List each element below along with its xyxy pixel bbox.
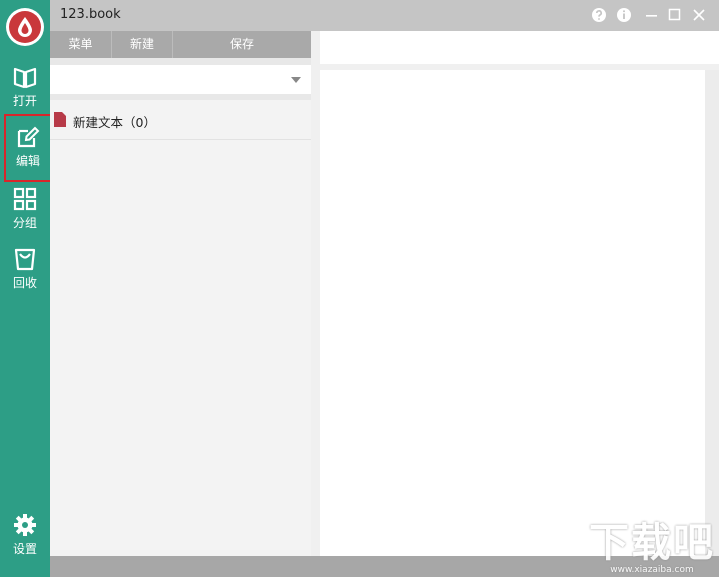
note-title: 新建文本（0） — [73, 115, 156, 130]
sidebar-item-recycle[interactable]: 回收 — [0, 240, 50, 298]
notes-panel: 新建文本（0） — [50, 58, 311, 556]
title-bar: 123.book — [50, 0, 719, 31]
watermark: 下载吧 www.xiazaiba.com — [589, 520, 715, 575]
sidebar-item-edit[interactable]: 编辑 — [4, 114, 52, 182]
menu-button[interactable]: 菜单 — [50, 31, 112, 58]
document-icon — [54, 112, 66, 127]
info-icon[interactable] — [616, 7, 632, 23]
group-dropdown[interactable] — [50, 65, 311, 94]
gear-icon — [14, 514, 36, 536]
grid-icon — [13, 187, 37, 211]
sidebar-item-label: 回收 — [12, 276, 37, 290]
notes-list: 新建文本（0） — [50, 100, 311, 556]
sidebar-item-label: 分组 — [12, 216, 37, 230]
editor-title-strip — [320, 31, 719, 64]
chevron-down-icon — [291, 77, 301, 83]
maximize-icon[interactable] — [667, 7, 683, 23]
list-item[interactable]: 新建文本（0） — [50, 100, 311, 140]
scrollbar[interactable] — [705, 70, 719, 556]
minimize-icon[interactable] — [644, 7, 660, 23]
sidebar-item-label: 编辑 — [15, 154, 40, 168]
toolbar: 菜单 新建 保存 — [50, 31, 311, 58]
sidebar-item-label: 设置 — [12, 542, 37, 556]
edit-icon — [17, 126, 40, 148]
sidebar-item-group[interactable]: 分组 — [0, 180, 50, 238]
book-open-icon — [13, 67, 37, 89]
app-logo — [6, 8, 44, 46]
sidebar-item-open[interactable]: 打开 — [0, 58, 50, 116]
sidebar-item-label: 打开 — [12, 94, 37, 108]
window-title: 123.book — [60, 7, 121, 22]
save-button[interactable]: 保存 — [173, 31, 311, 58]
recycle-bin-icon — [14, 248, 36, 271]
sidebar: 打开 编辑 分组 回收 设置 — [0, 0, 52, 577]
text-editor[interactable] — [320, 70, 705, 556]
help-icon[interactable] — [591, 7, 607, 23]
sidebar-item-settings[interactable]: 设置 — [0, 506, 50, 564]
close-icon[interactable] — [691, 7, 707, 23]
new-button[interactable]: 新建 — [112, 31, 173, 58]
